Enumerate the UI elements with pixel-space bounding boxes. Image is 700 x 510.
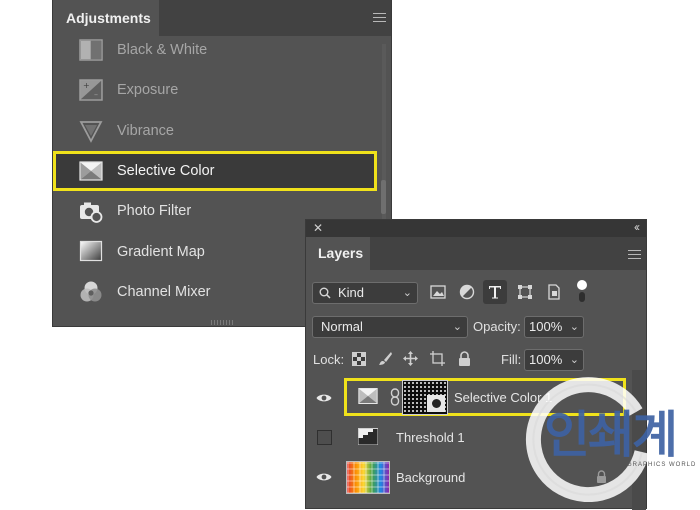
lock-all-icon[interactable]	[458, 351, 471, 366]
image-filter-icon[interactable]	[430, 284, 446, 300]
lock-label: Lock:	[313, 352, 345, 367]
collapse-icon[interactable]: ‹‹	[634, 220, 640, 234]
vibrance-icon	[79, 120, 103, 143]
adjustment-label: Photo Filter	[117, 203, 192, 220]
adjustment-vibrance[interactable]: Vibrance	[53, 111, 377, 151]
chevron-down-icon: ⌄	[569, 321, 579, 333]
adjustment-filter-icon[interactable]	[459, 284, 475, 300]
adjustment-label: Channel Mixer	[117, 283, 211, 300]
layer-name: Background	[396, 470, 466, 485]
blend-mode-value: Normal	[321, 319, 363, 334]
smart-object-filter-icon[interactable]	[546, 284, 562, 300]
type-filter-button[interactable]	[483, 280, 507, 304]
adjustment-exposure[interactable]: + – Exposure	[53, 70, 377, 110]
lock-artboard-icon[interactable]	[430, 351, 445, 366]
adjustment-label: Exposure	[117, 82, 179, 99]
svg-text:+: +	[83, 81, 90, 90]
lock-transparent-pixels-icon[interactable]	[352, 352, 366, 366]
background-thumbnail[interactable]	[346, 461, 390, 494]
watermark-text: 인쇄계	[544, 406, 678, 464]
blend-mode-select[interactable]: Normal ⌄	[312, 316, 468, 338]
fill-field[interactable]: 100% ⌄	[524, 349, 584, 371]
black-white-icon	[79, 39, 103, 61]
adjustment-label: Black & White	[117, 42, 208, 59]
selective-color-icon	[358, 388, 378, 404]
layer-name: Threshold 1	[396, 430, 465, 445]
chevron-down-icon: ⌄	[402, 287, 412, 299]
selective-color-icon	[79, 161, 103, 181]
close-icon[interactable]: ✕	[313, 221, 323, 235]
exposure-icon: + –	[79, 79, 103, 102]
adjustment-black-white[interactable]: Black & White	[53, 30, 377, 70]
opacity-field[interactable]: 100% ⌄	[524, 316, 584, 338]
filter-kind-value: Kind	[338, 285, 365, 300]
gradient-map-icon	[79, 241, 103, 262]
panel-title-strip	[306, 220, 646, 237]
adjustment-selective-color[interactable]: Selective Color	[53, 150, 377, 192]
layer-mask-thumbnail[interactable]	[402, 380, 448, 415]
chevron-down-icon: ⌄	[452, 321, 462, 333]
eye-icon[interactable]	[316, 392, 332, 404]
panel-menu-icon[interactable]	[373, 13, 386, 22]
photo-filter-icon	[80, 202, 103, 224]
chevron-down-icon: ⌄	[569, 354, 579, 366]
filter-toggle-switch[interactable]	[576, 279, 588, 305]
opacity-value: 100%	[529, 319, 563, 334]
svg-text:–: –	[94, 90, 98, 99]
filter-kind-select[interactable]: Kind ⌄	[312, 282, 418, 304]
fill-label: Fill:	[501, 352, 522, 367]
adjustments-scrollbar-thumb[interactable]	[381, 180, 386, 214]
adjustment-label: Vibrance	[117, 122, 174, 139]
watermark-subtext: GRAPHICS WORLD	[627, 462, 697, 468]
eye-icon[interactable]	[316, 471, 332, 483]
lock-position-icon[interactable]	[403, 351, 418, 366]
type-icon	[489, 286, 501, 299]
search-icon	[319, 287, 331, 299]
shape-filter-icon[interactable]	[517, 284, 533, 300]
lock-image-pixels-icon[interactable]	[378, 351, 393, 366]
adjustment-label: Gradient Map	[117, 243, 205, 260]
fill-value: 100%	[529, 352, 563, 367]
panel-resize-grip[interactable]	[211, 320, 235, 325]
opacity-label: Opacity:	[473, 319, 521, 334]
panel-menu-icon[interactable]	[628, 250, 641, 259]
channel-mixer-icon	[80, 281, 102, 302]
link-icon[interactable]	[390, 388, 400, 406]
threshold-icon	[358, 428, 378, 445]
tab-layers[interactable]: Layers	[306, 237, 370, 270]
adjustment-label: Selective Color	[117, 163, 215, 180]
visibility-toggle[interactable]	[317, 430, 332, 445]
